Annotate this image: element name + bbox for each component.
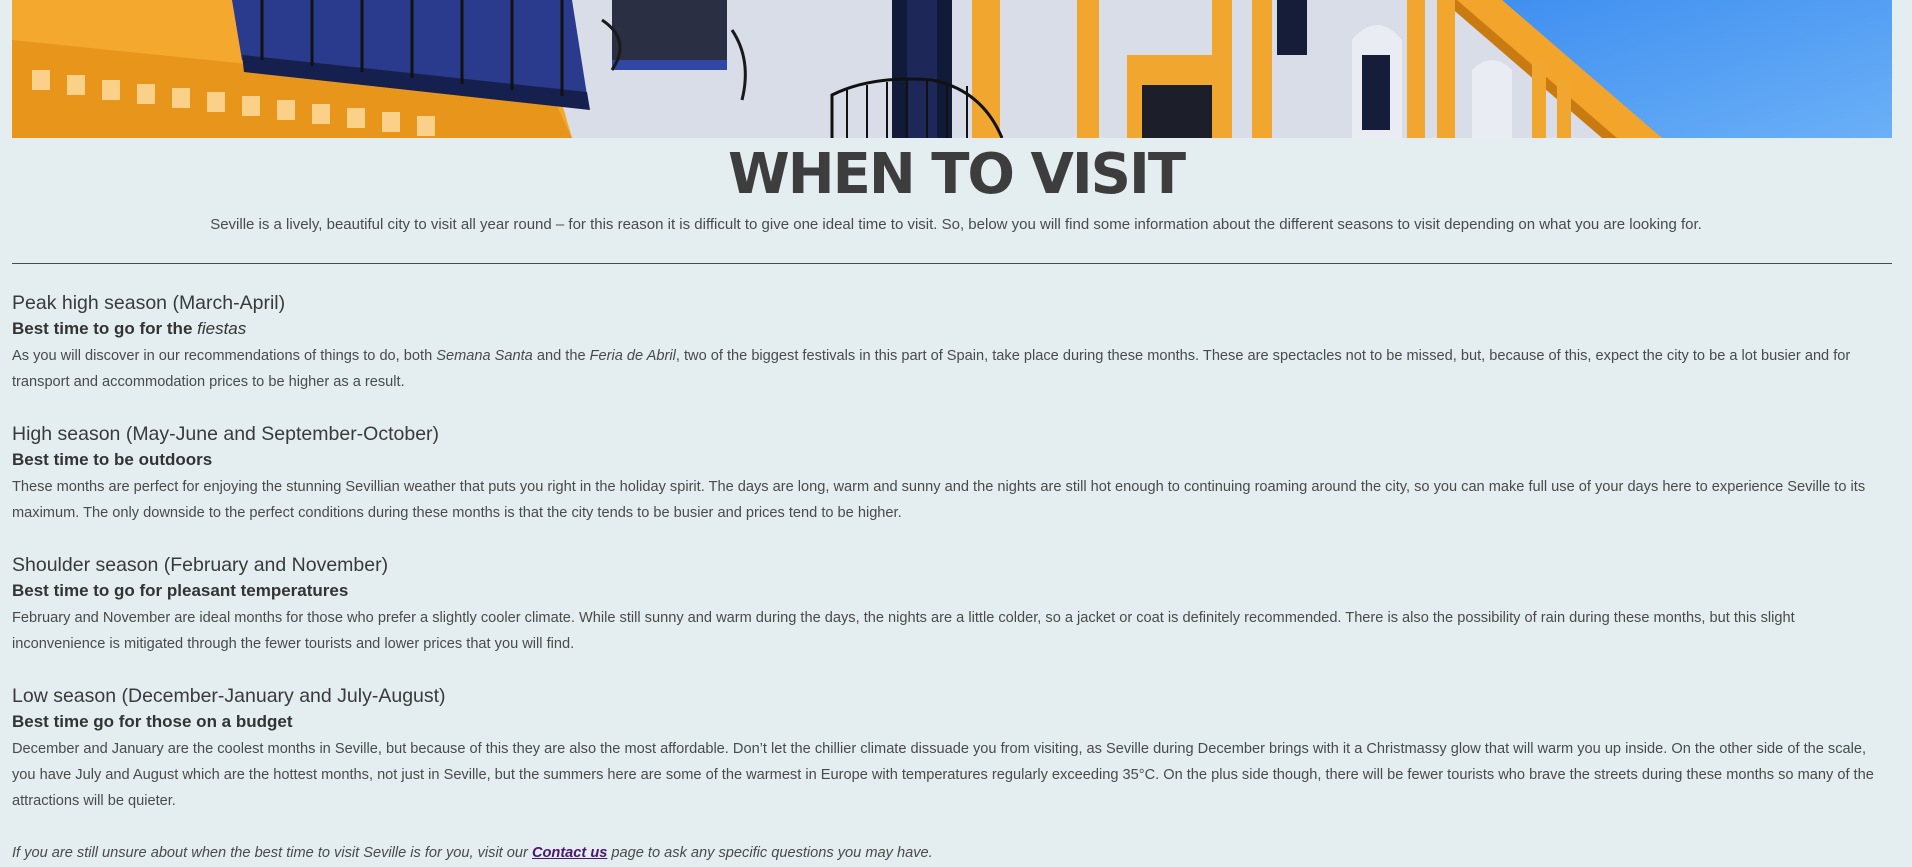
season-peak-high: Peak high season (March-April) Best time… [12,290,1892,395]
season-description: December and January are the coolest mon… [12,741,1874,809]
season-text-part: and the [532,348,590,364]
footer-note-text: page to ask any specific questions you m… [607,845,933,861]
season-low: Low season (December-January and July-Au… [12,683,1892,814]
season-shoulder: Shoulder season (February and November) … [12,552,1892,657]
season-description: February and November are ideal months f… [12,610,1795,652]
season-heading: Shoulder season (February and November) [12,554,389,576]
festival-name: Feria de Abril [589,348,676,364]
season-subheading: Best time to go for pleasant temperature… [12,581,349,600]
season-text-part: As you will discover in our recommendati… [12,348,437,364]
season-subheading-emphasis: fiestas [197,319,247,338]
contact-us-link[interactable]: Contact us [532,845,607,861]
festival-name: Semana Santa [436,348,533,364]
season-high: High season (May-June and September-Octo… [12,421,1892,526]
page: WHEN TO VISIT Seville is a lively, beaut… [0,0,1912,867]
season-description: These months are perfect for enjoying th… [12,479,1866,521]
section-divider [12,263,1892,264]
season-subheading-text: Best time to go for the [12,319,198,338]
page-title: WHEN TO VISIT [727,142,1186,207]
season-subheading: Best time to be outdoors [12,450,213,469]
seasons-list: Peak high season (March-April) Best time… [12,290,1892,840]
season-subheading: Best time to go for the fiestas [12,317,1892,341]
season-subheading: Best time go for those on a budget [12,712,293,731]
hero-image-seville-building [12,0,1892,138]
footer-note-text: If you are still unsure about when the b… [12,845,532,861]
season-heading: Low season (December-January and July-Au… [12,685,446,707]
season-heading: High season (May-June and September-Octo… [12,423,440,445]
season-description: As you will discover in our recommendati… [12,343,1892,395]
season-heading: Peak high season (March-April) [12,292,286,314]
intro-paragraph: Seville is a lively, beautiful city to v… [210,216,1702,233]
footer-note: If you are still unsure about when the b… [12,840,933,866]
